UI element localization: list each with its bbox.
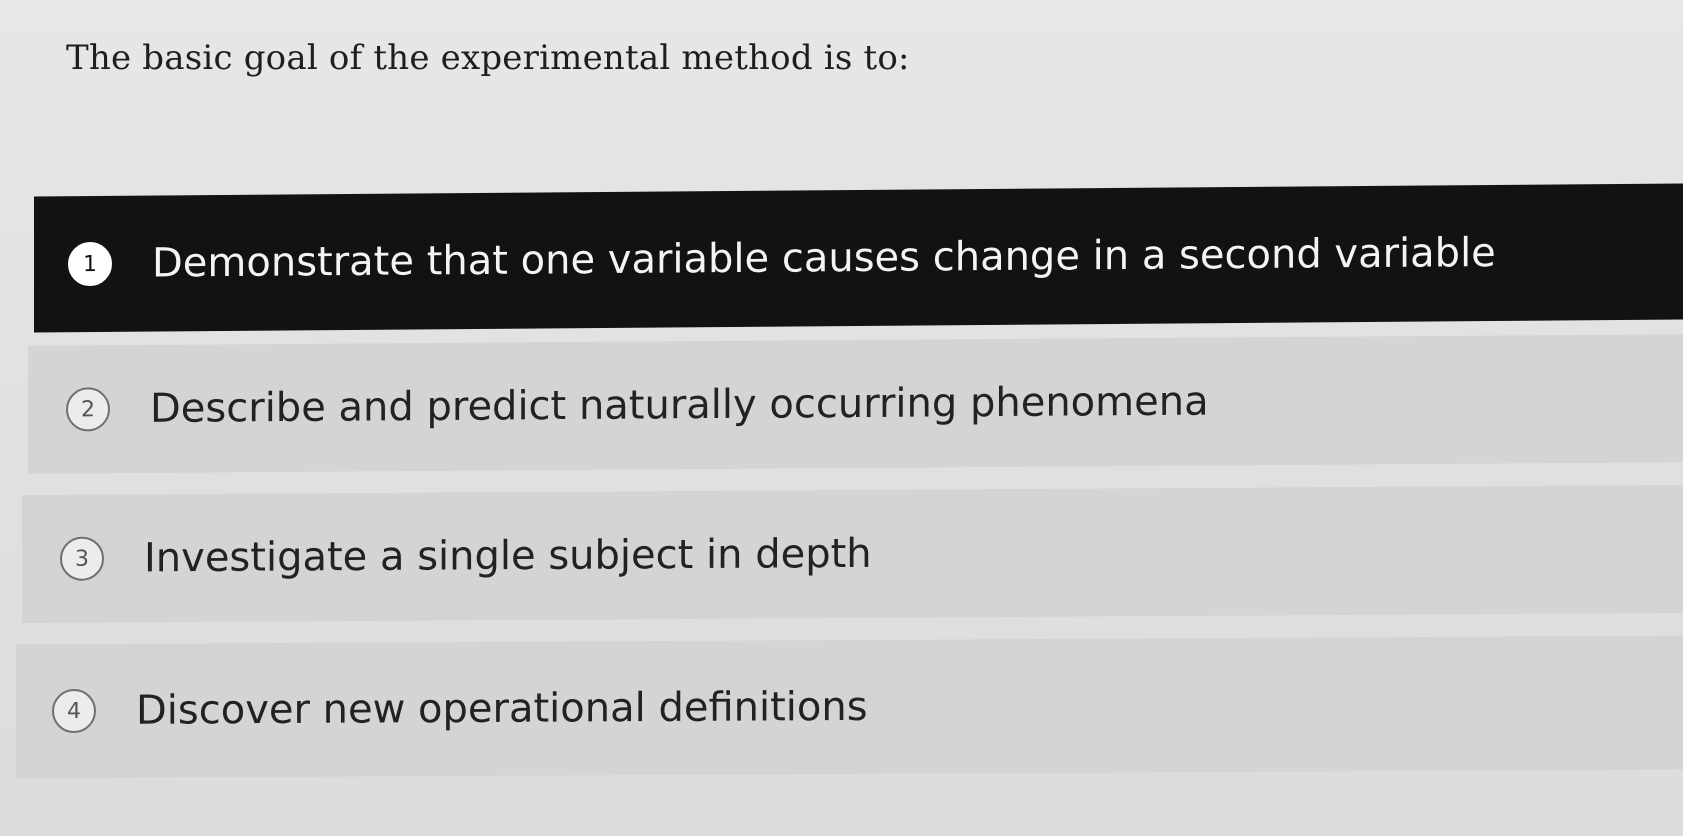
option-label: Discover new operational definitions — [136, 683, 868, 734]
option-number-badge: 2 — [66, 387, 110, 432]
answer-option-1[interactable]: 1 Demonstrate that one variable causes c… — [34, 183, 1683, 333]
answer-option-4[interactable]: 4 Discover new operational definitions — [16, 635, 1683, 779]
option-number-badge: 3 — [60, 536, 104, 581]
option-label: Demonstrate that one variable causes cha… — [152, 229, 1496, 287]
question-text: The basic goal of the experimental metho… — [66, 38, 910, 78]
option-label: Investigate a single subject in depth — [144, 530, 872, 582]
answer-option-3[interactable]: 3 Investigate a single subject in depth — [22, 484, 1683, 624]
option-label: Describe and predict naturally occurring… — [150, 378, 1209, 432]
option-number-badge: 1 — [68, 241, 112, 287]
answer-option-2[interactable]: 2 Describe and predict naturally occurri… — [28, 334, 1683, 474]
option-number-badge: 4 — [52, 688, 96, 734]
